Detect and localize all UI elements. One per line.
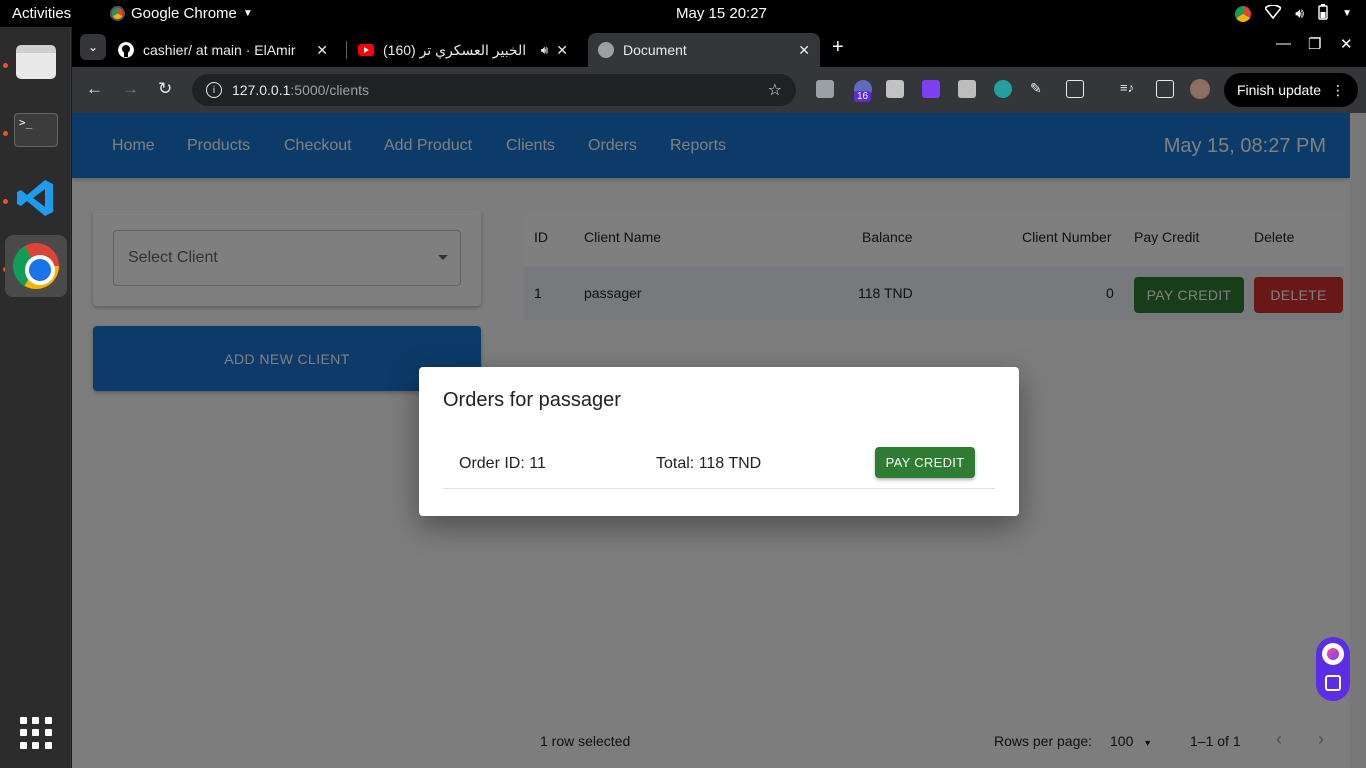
- extension-icon[interactable]: [922, 80, 940, 98]
- tab-title: cashier/ at main · ElAmir: [143, 42, 296, 58]
- orders-dialog: Orders for passager Order ID: 11 Total: …: [419, 367, 1019, 516]
- vscode-app-icon[interactable]: [5, 167, 67, 229]
- tab-title: (160) الخبير العسكري تر: [383, 41, 527, 58]
- volume-icon[interactable]: 🔊︎: [1295, 5, 1304, 22]
- order-id: Order ID: 11: [459, 455, 546, 472]
- media-control-icon[interactable]: ≡♪: [1120, 80, 1138, 98]
- battery-icon[interactable]: [1318, 4, 1328, 23]
- dock: >_: [0, 27, 71, 768]
- site-info-icon[interactable]: i: [206, 82, 222, 98]
- extensions-puzzle-icon[interactable]: [1066, 80, 1084, 98]
- browser-toolbar: ← → ↻ i 127.0.0.1:5000/clients ☆ 16 ✎ ≡♪…: [72, 67, 1366, 113]
- extension-icon[interactable]: [958, 80, 976, 98]
- screenshot-icon[interactable]: [1325, 675, 1341, 691]
- audio-playing-icon[interactable]: 🔊︎: [541, 43, 549, 58]
- show-apps-grid-icon[interactable]: [20, 717, 52, 749]
- tab-search-chevron-icon[interactable]: ⌄: [80, 34, 106, 60]
- extension-icon[interactable]: [816, 80, 834, 98]
- forward-arrow-icon[interactable]: →: [122, 79, 139, 99]
- tab-strip: ⌄ cashier/ at main · ElAmir ✕ (160) الخب…: [72, 27, 1366, 67]
- extension-icon[interactable]: [994, 80, 1012, 98]
- finish-update-label: Finish update: [1236, 82, 1322, 98]
- activities-button[interactable]: Activities: [12, 5, 71, 22]
- tab-github[interactable]: cashier/ at main · ElAmir ✕: [108, 33, 338, 67]
- system-top-bar: Activities Google Chrome ▼ May 15 20:27 …: [0, 0, 1366, 27]
- system-tray[interactable]: 🔊︎ ▼: [1235, 4, 1352, 23]
- extension-icon[interactable]: [886, 80, 904, 98]
- close-window-icon[interactable]: ✕: [1340, 35, 1353, 53]
- address-bar[interactable]: i 127.0.0.1:5000/clients ☆: [192, 74, 796, 106]
- github-icon: [118, 42, 134, 58]
- app-menu[interactable]: Google Chrome ▼: [110, 5, 253, 22]
- eyedropper-icon[interactable]: ✎: [1030, 80, 1048, 98]
- globe-icon: [598, 42, 614, 58]
- wifi-icon[interactable]: [1264, 4, 1283, 22]
- side-panel-icon[interactable]: [1156, 80, 1174, 98]
- extension-badge-count: 16: [854, 91, 872, 102]
- tab-title: Document: [623, 42, 687, 58]
- maximize-icon[interactable]: ❐: [1308, 35, 1321, 53]
- finish-update-button[interactable]: Finish update ⋮: [1224, 73, 1358, 107]
- bookmark-star-icon[interactable]: ☆: [768, 80, 782, 100]
- kebab-menu-icon: ⋮: [1331, 81, 1346, 98]
- close-tab-icon[interactable]: ✕: [798, 42, 810, 59]
- web-page: Home Products Checkout Add Product Clien…: [72, 113, 1366, 768]
- url-path: :5000/clients: [290, 82, 369, 98]
- tab-document[interactable]: Document ✕: [588, 33, 820, 67]
- order-list-item: Order ID: 11 Total: 118 TND PAY CREDIT: [443, 447, 995, 489]
- chrome-tray-icon[interactable]: [1235, 5, 1252, 22]
- chrome-icon: [110, 6, 125, 21]
- minimize-icon[interactable]: —: [1276, 35, 1291, 52]
- tab-separator: [346, 41, 347, 59]
- app-menu-label: Google Chrome: [131, 5, 237, 22]
- url-host: 127.0.0.1: [232, 82, 291, 98]
- tab-youtube[interactable]: (160) الخبير العسكري تر 🔊︎ ✕: [348, 33, 578, 67]
- close-tab-icon[interactable]: ✕: [556, 42, 568, 59]
- files-app-icon[interactable]: [5, 31, 67, 93]
- chrome-window: ⌄ cashier/ at main · ElAmir ✕ (160) الخب…: [72, 27, 1366, 768]
- assistant-icon[interactable]: [1322, 643, 1344, 665]
- new-tab-plus-icon[interactable]: +: [832, 36, 844, 59]
- order-total: Total: 118 TND: [656, 455, 762, 472]
- youtube-icon: [358, 44, 374, 56]
- chevron-down-icon: ▼: [242, 8, 253, 19]
- close-tab-icon[interactable]: ✕: [316, 42, 328, 59]
- dialog-title: Orders for passager: [443, 389, 621, 411]
- power-menu-chevron-icon[interactable]: ▼: [1342, 8, 1352, 19]
- chrome-app-icon[interactable]: [5, 235, 67, 297]
- reload-icon[interactable]: ↻: [158, 79, 172, 99]
- back-arrow-icon[interactable]: ←: [86, 79, 103, 99]
- floating-assistant-widget[interactable]: [1316, 637, 1350, 701]
- terminal-app-icon[interactable]: >_: [5, 99, 67, 161]
- profile-avatar[interactable]: [1190, 79, 1210, 99]
- dialog-pay-credit-button[interactable]: PAY CREDIT: [875, 447, 975, 478]
- system-clock[interactable]: May 15 20:27: [676, 5, 767, 22]
